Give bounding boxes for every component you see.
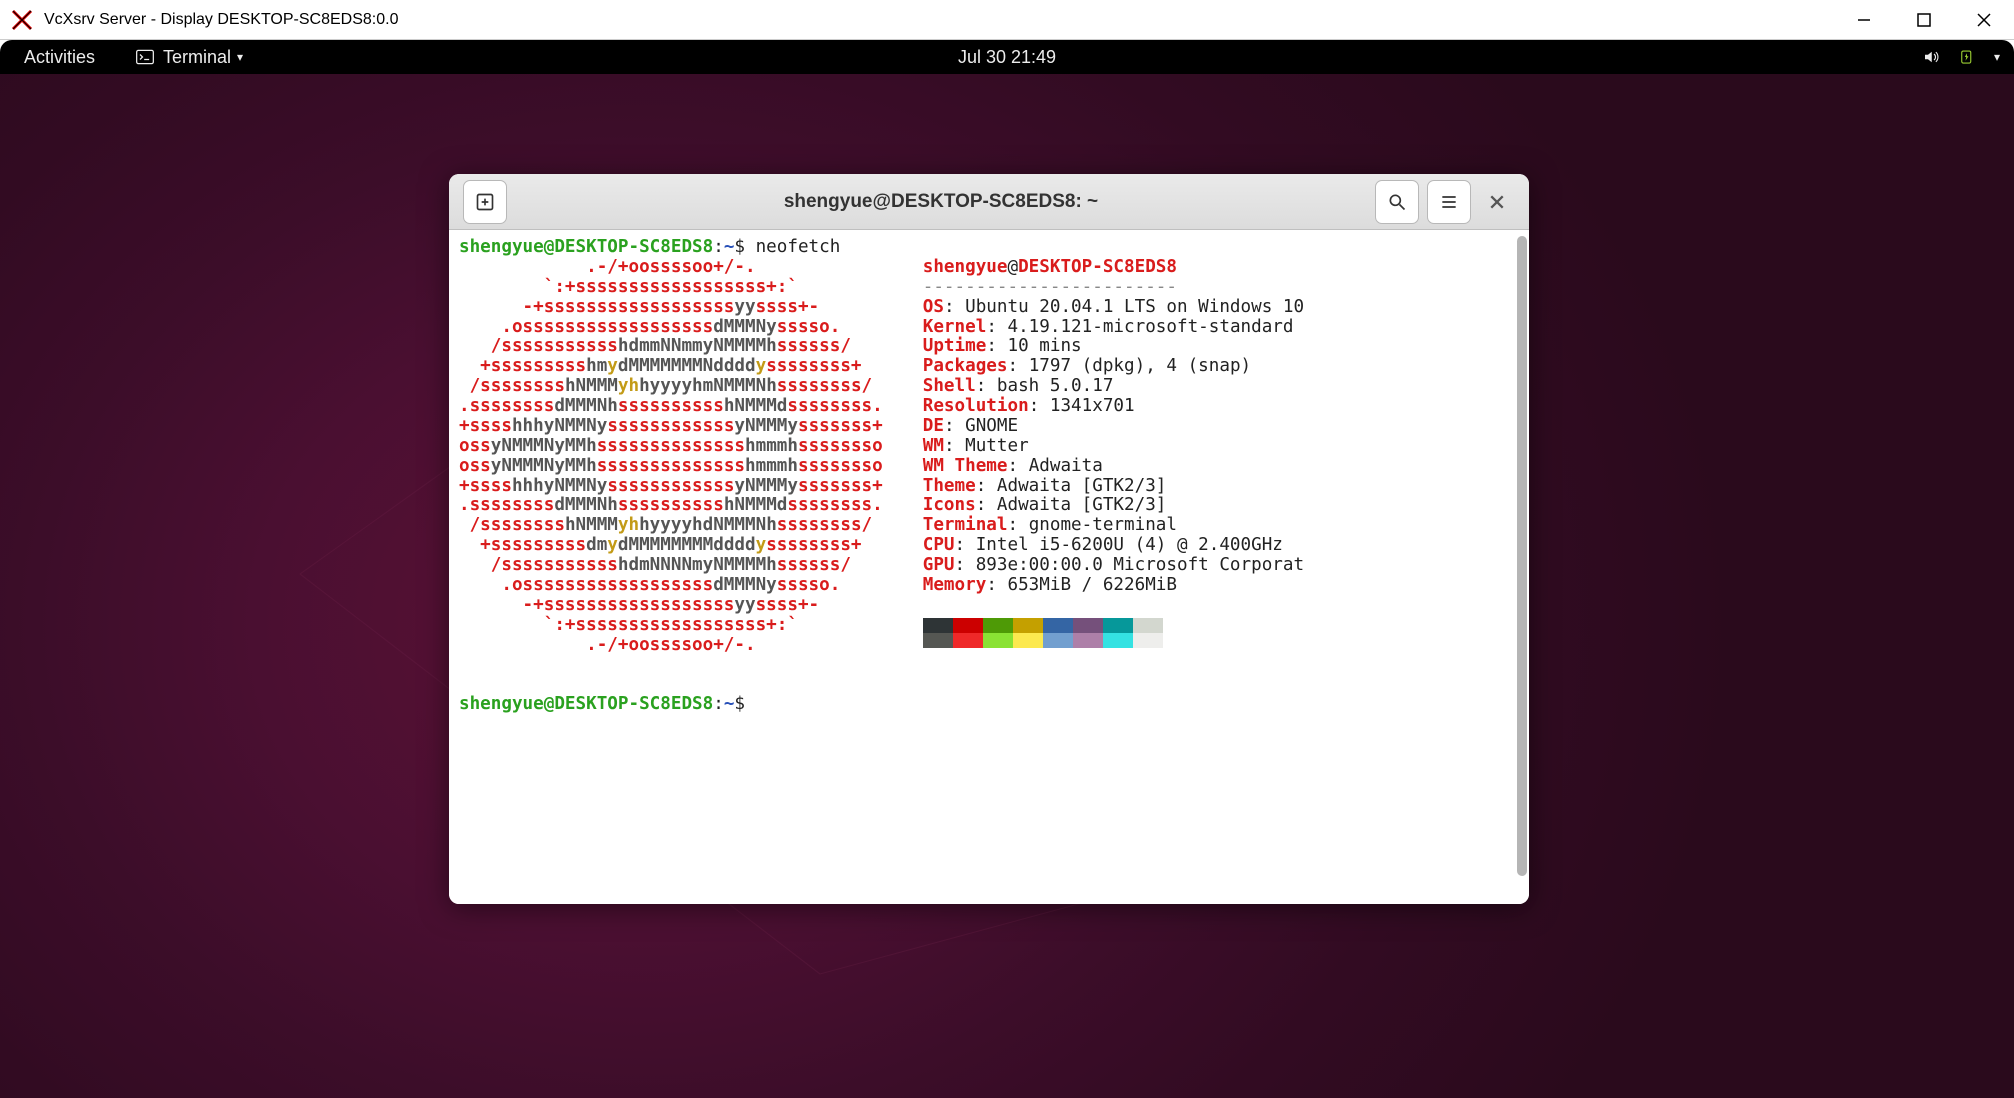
color-swatch [1013, 618, 1043, 633]
color-swatch [1043, 618, 1073, 633]
windows-controls [1834, 0, 2014, 40]
color-swatch [983, 633, 1013, 648]
terminal-title: shengyue@DESKTOP-SC8EDS8: ~ [511, 191, 1371, 213]
search-button[interactable] [1375, 180, 1419, 224]
chevron-down-icon: ▾ [237, 50, 243, 64]
info-row: Kernel: 4.19.121-microsoft-standard [923, 318, 1304, 338]
color-swatch [953, 633, 983, 648]
terminal-headerbar: shengyue@DESKTOP-SC8EDS8: ~ [449, 174, 1529, 230]
color-swatch [953, 618, 983, 633]
info-row: Theme: Adwaita [GTK2/3] [923, 477, 1304, 497]
prompt-cwd: ~ [724, 237, 735, 257]
info-row: Shell: bash 5.0.17 [923, 377, 1304, 397]
close-button[interactable] [1954, 0, 2014, 40]
color-swatch [1073, 618, 1103, 633]
topbar-app-label: Terminal [163, 47, 231, 68]
color-swatch [983, 618, 1013, 633]
info-row: Resolution: 1341x701 [923, 397, 1304, 417]
terminal-close-button[interactable] [1475, 194, 1519, 210]
power-icon [1958, 48, 1976, 66]
color-swatch [1133, 633, 1163, 648]
vcxsrv-icon [10, 8, 34, 32]
minimize-button[interactable] [1834, 0, 1894, 40]
color-swatch [1043, 633, 1073, 648]
gnome-topbar: Activities Terminal ▾ Jul 30 21:49 ▾ [0, 40, 2014, 74]
neofetch-logo: .-/+oossssoo+/-. `:+ssssssssssssssssss+:… [459, 258, 883, 656]
topbar-app-menu[interactable]: Terminal ▾ [135, 47, 243, 68]
prompt-line-1: shengyue@DESKTOP-SC8EDS8:~$ neofetch [459, 237, 840, 257]
info-row: CPU: Intel i5-6200U (4) @ 2.400GHz [923, 536, 1304, 556]
prompt-line-2: shengyue@DESKTOP-SC8EDS8:~$ [459, 694, 756, 714]
info-row: WM Theme: Adwaita [923, 457, 1304, 477]
topbar-status-area[interactable]: ▾ [1922, 48, 2000, 66]
volume-icon [1922, 48, 1940, 66]
info-row: Uptime: 10 mins [923, 337, 1304, 357]
terminal-body[interactable]: shengyue@DESKTOP-SC8EDS8:~$ neofetch .-/… [449, 230, 1529, 904]
neofetch-info: shengyue@DESKTOP-SC8EDS8----------------… [923, 258, 1304, 656]
color-swatch [1103, 633, 1133, 648]
neofetch-output: .-/+oossssoo+/-. `:+ssssssssssssssssss+:… [459, 258, 1519, 656]
info-row: Memory: 653MiB / 6226MiB [923, 576, 1304, 596]
info-row: OS: Ubuntu 20.04.1 LTS on Windows 10 [923, 298, 1304, 318]
terminal-window: shengyue@DESKTOP-SC8EDS8: ~ shengyue@DES… [449, 174, 1529, 904]
info-row: Icons: Adwaita [GTK2/3] [923, 496, 1304, 516]
chevron-down-icon: ▾ [1994, 50, 2000, 64]
color-swatch [923, 633, 953, 648]
info-userhost: shengyue@DESKTOP-SC8EDS8 [923, 258, 1304, 278]
windows-title: VcXsrv Server - Display DESKTOP-SC8EDS8:… [44, 11, 398, 29]
terminal-app-icon [135, 47, 155, 67]
scrollbar-thumb[interactable] [1517, 236, 1527, 876]
command-entered: neofetch [756, 237, 841, 257]
maximize-button[interactable] [1894, 0, 1954, 40]
hamburger-menu-button[interactable] [1427, 180, 1471, 224]
new-tab-button[interactable] [463, 180, 507, 224]
color-swatch [1133, 618, 1163, 633]
prompt-userhost: shengyue@DESKTOP-SC8EDS8 [459, 237, 713, 257]
color-swatch [923, 618, 953, 633]
info-row: DE: GNOME [923, 417, 1304, 437]
color-swatch [1013, 633, 1043, 648]
info-row: Packages: 1797 (dpkg), 4 (snap) [923, 357, 1304, 377]
activities-button[interactable]: Activities [14, 47, 105, 68]
topbar-clock[interactable]: Jul 30 21:49 [958, 47, 1056, 68]
info-row: WM: Mutter [923, 437, 1304, 457]
color-swatch [1103, 618, 1133, 633]
color-palette [923, 618, 1304, 648]
info-row: GPU: 893e:00:00.0 Microsoft Corporat [923, 556, 1304, 576]
color-swatch [1073, 633, 1103, 648]
info-dashes: ------------------------ [923, 278, 1304, 298]
info-row: Terminal: gnome-terminal [923, 516, 1304, 536]
desktop[interactable]: shengyue@DESKTOP-SC8EDS8: ~ shengyue@DES… [0, 74, 2014, 1098]
windows-titlebar: VcXsrv Server - Display DESKTOP-SC8EDS8:… [0, 0, 2014, 40]
